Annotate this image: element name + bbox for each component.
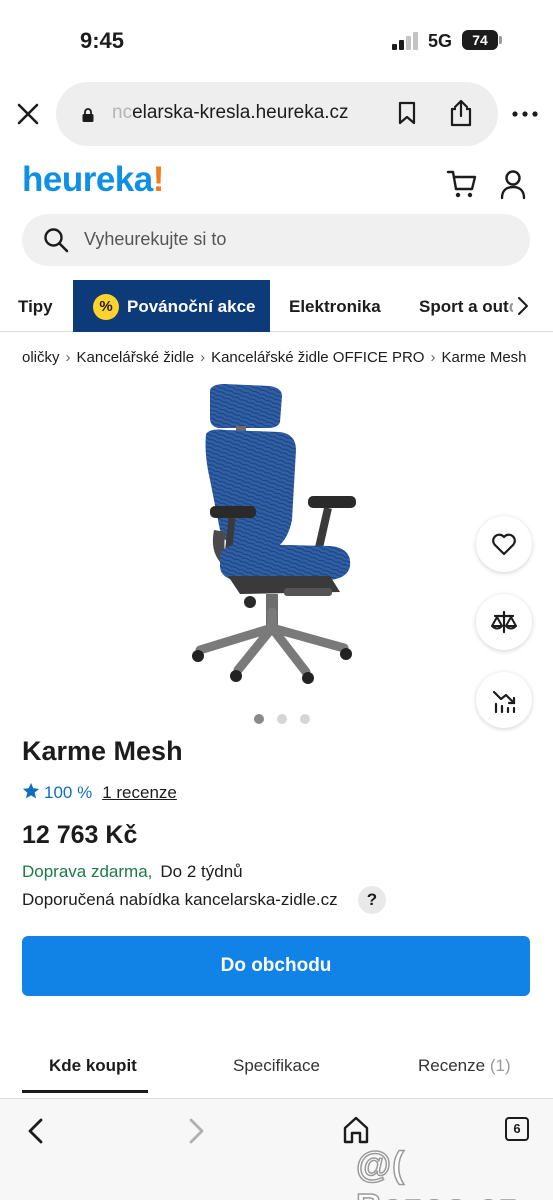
pagination-dot[interactable] <box>277 714 287 724</box>
help-button[interactable]: ? <box>358 886 386 914</box>
category-tab-sport[interactable]: Sport a outdo <box>419 280 513 332</box>
search-icon <box>44 228 69 253</box>
tabs-icon[interactable]: 6 <box>505 1117 529 1141</box>
browser-address-row: ncelarska-kresla.heureka.cz <box>0 80 553 146</box>
chevron-right-icon[interactable] <box>516 296 530 316</box>
breadcrumb-item[interactable]: Kancelářské židle <box>77 349 195 366</box>
heart-icon <box>492 533 516 556</box>
breadcrumb-item[interactable]: oličky <box>22 349 60 366</box>
close-icon[interactable] <box>14 100 42 128</box>
product-tabs: Kde koupit Specifikace Recenze (1) <box>0 1046 553 1093</box>
share-icon[interactable] <box>446 98 476 128</box>
breadcrumb-item[interactable]: Karme Mesh <box>441 349 526 366</box>
rating-percent: 100 % <box>44 783 93 802</box>
breadcrumb-item[interactable]: Kancelářské židle OFFICE PRO <box>211 349 424 366</box>
compare-icon <box>491 610 517 634</box>
network-type: 5G <box>428 31 453 51</box>
tab-recenze[interactable]: Recenze (1) <box>418 1056 511 1076</box>
product-title: Karme Mesh <box>22 736 183 766</box>
watermark-text: @( Bazos.cz <box>355 1143 518 1200</box>
tab-specifikace[interactable]: Specifikace <box>233 1056 320 1076</box>
product-image[interactable] <box>180 380 370 690</box>
shipping-free: Doprava zdarma, <box>22 862 153 881</box>
price-history-icon <box>492 690 516 714</box>
product-price: 12 763 Kč <box>22 821 138 849</box>
breadcrumb-separator: › <box>65 349 71 366</box>
percent-badge: % <box>93 294 119 320</box>
status-time: 9:45 <box>80 28 125 53</box>
category-tabs: Tipy % Povánoční akce Elektronika Sport a… <box>0 280 553 332</box>
breadcrumb-separator: › <box>200 349 206 366</box>
battery-icon: 74 <box>462 30 498 50</box>
active-tab-indicator <box>22 1090 148 1093</box>
delivery-time: Do 2 týdnů <box>160 862 243 881</box>
star-icon <box>22 782 40 799</box>
image-pagination <box>254 714 314 726</box>
price-history-button[interactable] <box>476 672 532 728</box>
compare-button[interactable] <box>476 594 532 650</box>
pagination-dot[interactable] <box>300 714 310 724</box>
recommended-offer: Doporučená nabídka kancelarska-zidle.cz <box>22 890 338 909</box>
lock-icon <box>82 108 94 122</box>
bookmark-icon[interactable] <box>394 100 420 126</box>
signal-icon <box>392 32 420 50</box>
heureka-logo[interactable]: heureka! <box>22 160 164 200</box>
category-tab-tipy[interactable]: Tipy <box>18 280 53 332</box>
battery-tip <box>499 36 502 44</box>
back-icon[interactable] <box>24 1117 48 1145</box>
cart-icon[interactable] <box>446 168 478 200</box>
breadcrumb: oličky › Kancelářské židle › Kancelářské žid… <box>22 349 527 366</box>
user-icon[interactable] <box>498 168 528 200</box>
pagination-dot[interactable] <box>254 714 264 724</box>
search-placeholder: Vyheurekujte si to <box>84 229 227 249</box>
breadcrumb-separator: › <box>430 349 436 366</box>
reviews-link[interactable]: 1 recenze <box>102 783 177 802</box>
status-bar: 9:45 5G 74 <box>0 0 553 80</box>
shipping-info: Doprava zdarma, Do 2 týdnů <box>22 862 243 882</box>
more-icon[interactable] <box>510 102 540 126</box>
home-icon[interactable] <box>342 1115 370 1145</box>
category-tab-povanocni-akce[interactable]: % Povánoční akce <box>73 280 270 332</box>
url-text[interactable]: ncelarska-kresla.heureka.cz <box>112 102 378 124</box>
go-to-shop-button[interactable]: Do obchodu <box>22 936 530 996</box>
favorite-button[interactable] <box>476 516 532 572</box>
product-rating: 100 % 1 recenze <box>22 782 177 803</box>
tab-kde-koupit[interactable]: Kde koupit <box>49 1056 137 1076</box>
forward-icon[interactable] <box>184 1117 208 1145</box>
category-tab-elektronika[interactable]: Elektronika <box>289 280 381 332</box>
